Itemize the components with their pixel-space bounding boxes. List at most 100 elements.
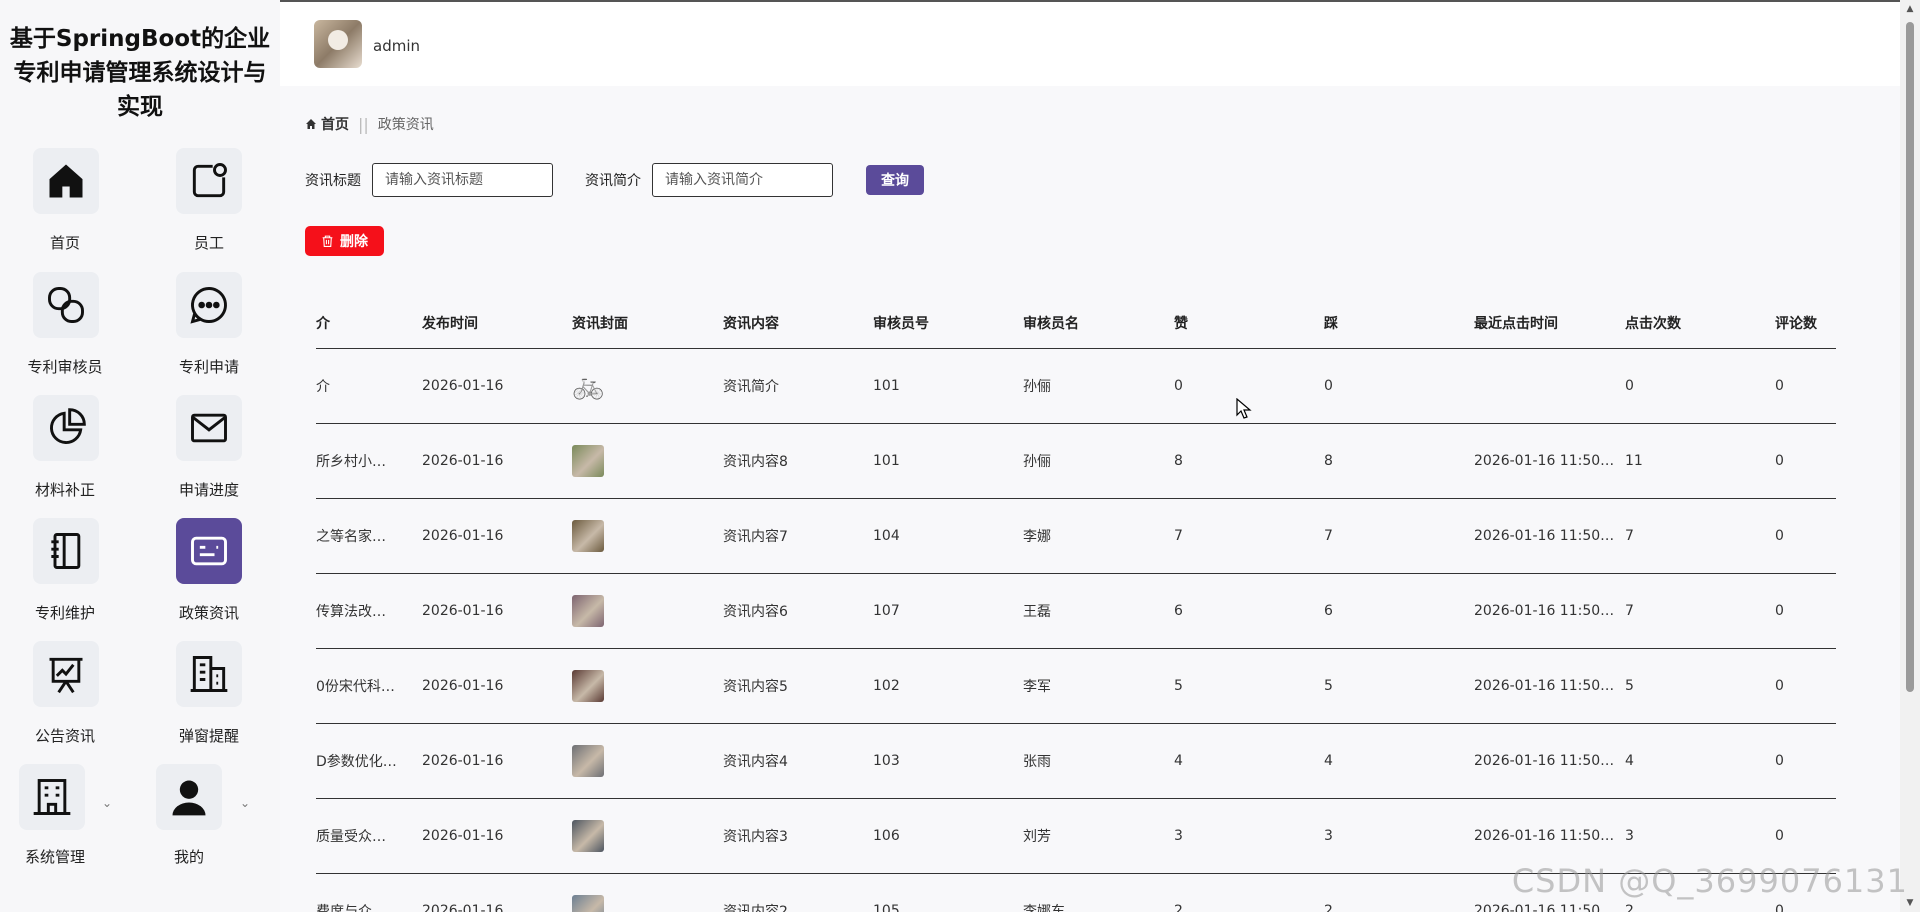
cell-intro: 0份宋代科… [316,648,422,724]
cell-dislikes: 8 [1324,423,1474,499]
cell-reviewer-no: 102 [873,648,1023,724]
page-scrollbar[interactable]: ▲ ▼ [1900,0,1920,912]
sidebar-item-application-progress[interactable]: 申请进度 [144,395,274,515]
cover-cell [572,798,723,874]
column-header[interactable]: 介 [316,298,422,349]
cell-intro: 之等名家… [316,498,422,574]
cell-date: 2026-01-16 [422,798,572,874]
table-row[interactable]: 传算法改… 2026-01-16 资讯内容6 107 王磊 6 6 2026-01-16 11… [316,573,1836,649]
cell-dislikes: 0 [1324,348,1474,424]
news-table: 介 发布时间 资讯封面 资讯内容 审核员号 审核员名 赞 踩 最近点击时间 点击… [316,298,1836,912]
column-header[interactable]: 踩 [1324,298,1474,349]
avatar[interactable] [314,20,362,68]
pie-chart-icon [33,395,99,461]
chevron-down-icon[interactable]: ⌄ [240,796,250,810]
query-button[interactable]: 查询 [866,165,924,195]
sidebar-item-label: 公告资讯 [34,727,95,745]
sidebar-item-patent-application[interactable]: 专利申请 [144,272,274,392]
cell-dislikes: 7 [1324,498,1474,574]
cell-content: 资讯内容8 [723,423,873,499]
cell-intro: 所乡村小… [316,423,422,499]
cell-reviewer-name: 刘芳 [1023,798,1174,874]
cell-reviewer-name: 李娜 [1023,498,1174,574]
table-row[interactable]: D参数优化… 2026-01-16 资讯内容4 103 张雨 4 4 2026-01-16 1… [316,723,1836,799]
sidebar-item-label: 申请进度 [178,481,239,499]
title-search-input[interactable] [372,163,553,197]
sidebar-item-system-management[interactable]: ⌄ 系统管理 [0,764,120,884]
cell-reviewer-no: 106 [873,798,1023,874]
sidebar-item-popup-reminder[interactable]: 弹窗提醒 [144,641,274,761]
app-window: 基于SpringBoot的企业专利申请管理系统设计与实现 首页 员工 专利审核员 [0,0,1920,912]
sidebar-item-mine[interactable]: ⌄ 我的 [124,764,254,884]
sidebar-item-policy-news[interactable]: 政策资讯 [144,518,274,638]
cover-thumbnail[interactable] [572,669,604,702]
cell-last-click [1474,348,1625,424]
sidebar-item-label: 专利申请 [178,358,239,376]
username[interactable]: admin [373,37,420,55]
sidebar-item-announcement[interactable]: 公告资讯 [0,641,130,761]
cell-reviewer-name: 孙俪 [1023,348,1174,424]
cell-clicks: 11 [1625,423,1775,499]
sidebar-item-patent-reviewer[interactable]: 专利审核员 [0,272,130,392]
column-header[interactable]: 发布时间 [422,298,572,349]
cell-reviewer-no: 101 [873,423,1023,499]
column-header[interactable]: 资讯封面 [572,298,723,349]
column-header[interactable]: 最近点击时间 [1474,298,1625,349]
cell-reviewer-no: 101 [873,348,1023,424]
person-icon [156,764,222,830]
scroll-up-arrow-icon[interactable]: ▲ [1904,4,1916,14]
cell-content: 资讯内容6 [723,573,873,649]
cover-thumbnail[interactable] [572,744,604,777]
cover-thumbnail[interactable] [572,594,604,627]
cover-thumbnail[interactable] [572,519,604,552]
cell-likes: 7 [1174,498,1324,574]
table-row[interactable]: 介 2026-01-16 🚲 资讯简介 101 孙俪 0 0 0 0 [316,348,1836,424]
cell-reviewer-no: 107 [873,573,1023,649]
intro-search-label: 资讯简介 [585,173,641,189]
cell-dislikes: 4 [1324,723,1474,799]
sidebar-item-label: 员工 [193,234,224,252]
cell-likes: 4 [1174,723,1324,799]
sidebar-item-label: 我的 [173,848,204,866]
column-header[interactable]: 审核员号 [873,298,1023,349]
breadcrumb-home[interactable]: 首页 [305,114,349,134]
column-header[interactable]: 赞 [1174,298,1324,349]
cover-thumbnail[interactable] [572,444,604,477]
table-row[interactable]: 0份宋代科… 2026-01-16 资讯内容5 102 李军 5 5 2026-01-16 1… [316,648,1836,724]
cell-comments: 0 [1775,348,1836,424]
sidebar-item-home[interactable]: 首页 [0,148,130,268]
cell-clicks: 0 [1625,348,1775,424]
breadcrumb: 首页 || 政策资讯 [305,114,434,134]
column-header[interactable]: 资讯内容 [723,298,873,349]
sidebar-item-employee[interactable]: 员工 [144,148,274,268]
breadcrumb-separator: || [358,114,369,134]
cell-likes: 3 [1174,798,1324,874]
cover-thumbnail[interactable] [572,819,604,852]
home-icon [306,119,316,129]
watermark: CSDN @Q_3699076131 [1511,862,1908,900]
cell-clicks: 7 [1625,573,1775,649]
office-icon [19,764,85,830]
table-body: 介 2026-01-16 🚲 资讯简介 101 孙俪 0 0 0 0 所乡村小… 2026-01-16… [316,348,1836,912]
column-header[interactable]: 点击次数 [1625,298,1775,349]
chevron-down-icon[interactable]: ⌄ [102,796,112,810]
delete-button-label: 删除 [340,234,368,250]
table-row[interactable]: 所乡村小… 2026-01-16 资讯内容8 101 孙俪 8 8 2026-01-16 11… [316,423,1836,499]
sidebar-item-material-correction[interactable]: 材料补正 [0,395,130,515]
sidebar-item-patent-maintenance[interactable]: 专利维护 [0,518,130,638]
column-header[interactable]: 评论数 [1775,298,1836,349]
scrollbar-thumb[interactable] [1906,22,1914,692]
cell-content: 资讯内容5 [723,648,873,724]
delete-button[interactable]: 删除 [305,226,384,256]
cover-thumbnail[interactable] [572,894,604,912]
cell-last-click: 2026-01-16 11:50… [1474,423,1625,499]
cell-likes: 5 [1174,648,1324,724]
cell-reviewer-name: 张雨 [1023,723,1174,799]
cell-comments: 0 [1775,423,1836,499]
cell-reviewer-name: 王磊 [1023,573,1174,649]
table-row[interactable]: 之等名家… 2026-01-16 资讯内容7 104 李娜 7 7 2026-01-16 11… [316,498,1836,574]
intro-search-input[interactable] [652,163,833,197]
column-header[interactable]: 审核员名 [1023,298,1174,349]
sidebar-item-label: 材料补正 [34,481,95,499]
cell-content: 资讯内容7 [723,498,873,574]
